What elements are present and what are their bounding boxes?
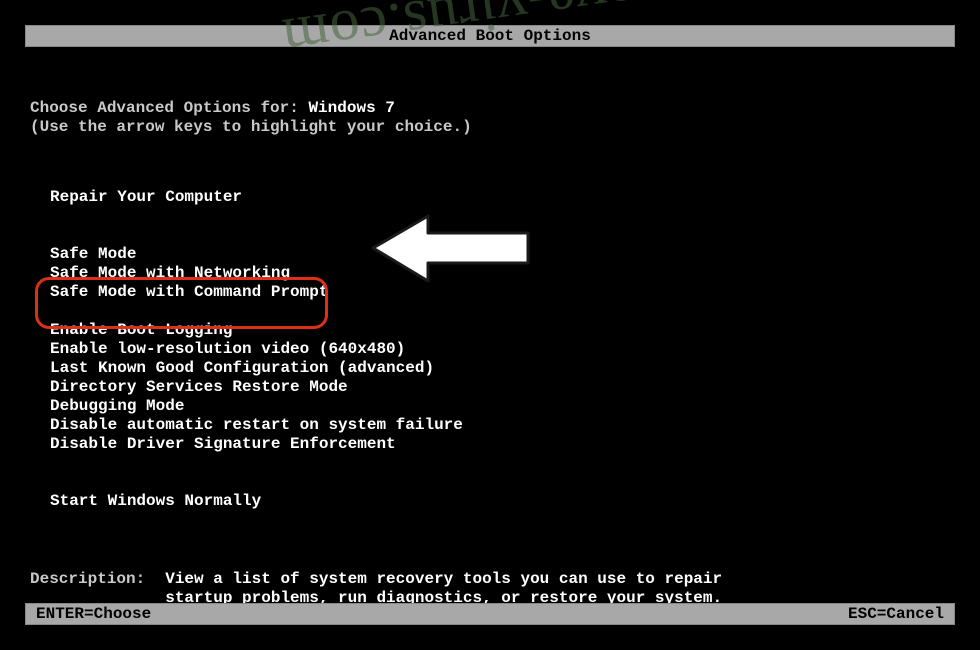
intro-line: Choose Advanced Options for: Windows 7 — [30, 99, 950, 117]
menu-item-repair[interactable]: Repair Your Computer — [50, 188, 950, 207]
os-name: Windows 7 — [308, 99, 394, 117]
menu-item-disable-driver-sig[interactable]: Disable Driver Signature Enforcement — [50, 435, 950, 454]
footer-bar: ENTER=Choose ESC=Cancel — [25, 603, 955, 625]
menu-item-safe-mode-command-prompt[interactable]: Safe Mode with Command Prompt — [50, 283, 328, 302]
menu-item-low-res-video[interactable]: Enable low-resolution video (640x480) — [50, 340, 950, 359]
menu-item-disable-auto-restart[interactable]: Disable automatic restart on system fail… — [50, 416, 950, 435]
menu-item-safe-mode-networking[interactable]: Safe Mode with Networking — [50, 264, 950, 283]
boot-screen: Advanced Boot Options Choose Advanced Op… — [25, 25, 955, 625]
boot-menu[interactable]: Repair Your Computer Safe Mode Safe Mode… — [30, 188, 950, 511]
title-bar: Advanced Boot Options — [25, 25, 955, 47]
menu-item-debugging[interactable]: Debugging Mode — [50, 397, 950, 416]
title-text: Advanced Boot Options — [389, 27, 591, 45]
hint-line: (Use the arrow keys to highlight your ch… — [30, 118, 950, 136]
menu-item-safe-mode[interactable]: Safe Mode — [50, 245, 950, 264]
footer-enter: ENTER=Choose — [36, 605, 151, 623]
intro-prefix: Choose Advanced Options for: — [30, 99, 308, 117]
menu-item-start-normally[interactable]: Start Windows Normally — [50, 492, 950, 511]
menu-item-directory-services[interactable]: Directory Services Restore Mode — [50, 378, 950, 397]
menu-item-boot-logging[interactable]: Enable Boot Logging — [50, 321, 950, 340]
menu-item-last-known-good[interactable]: Last Known Good Configuration (advanced) — [50, 359, 950, 378]
footer-esc: ESC=Cancel — [848, 605, 944, 623]
